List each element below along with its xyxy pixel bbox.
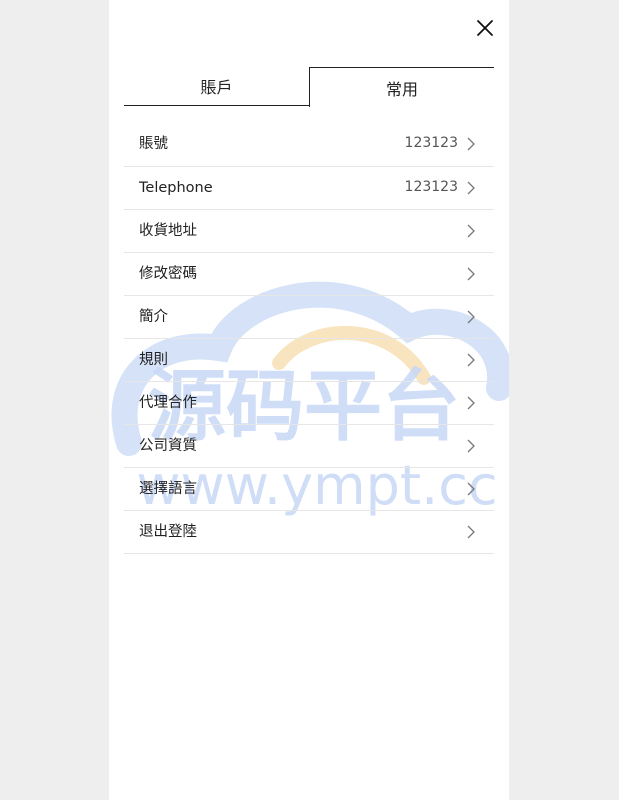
close-button[interactable]	[473, 16, 497, 40]
menu-item-label: 選擇語言	[139, 481, 197, 497]
settings-menu: 賬號 123123 Telephone 123123 收貨地址 修改密碼 簡介 …	[124, 123, 494, 554]
close-icon	[477, 20, 493, 36]
menu-item-shipping-address[interactable]: 收貨地址	[124, 210, 494, 253]
menu-item-telephone[interactable]: Telephone 123123	[124, 167, 494, 210]
menu-item-introduction[interactable]: 簡介	[124, 296, 494, 339]
menu-item-select-language[interactable]: 選擇語言	[124, 468, 494, 511]
chevron-right-icon	[467, 137, 475, 151]
menu-item-label: 簡介	[139, 309, 168, 325]
menu-item-label: 修改密碼	[139, 266, 197, 282]
tab-common[interactable]: 常用	[309, 67, 494, 107]
menu-item-value: 123123	[404, 135, 458, 151]
menu-item-logout[interactable]: 退出登陸	[124, 511, 494, 554]
chevron-right-icon	[467, 525, 475, 539]
chevron-right-icon	[467, 396, 475, 410]
chevron-right-icon	[467, 439, 475, 453]
menu-item-label: Telephone	[139, 180, 213, 196]
menu-item-agency-cooperation[interactable]: 代理合作	[124, 382, 494, 425]
menu-item-label: 賬號	[139, 136, 168, 152]
menu-item-label: 收貨地址	[139, 223, 197, 239]
menu-item-company-qualification[interactable]: 公司資質	[124, 425, 494, 468]
tab-account[interactable]: 賬戶	[124, 67, 309, 106]
menu-item-rules[interactable]: 規則	[124, 339, 494, 382]
menu-item-label: 規則	[139, 352, 168, 368]
chevron-right-icon	[467, 353, 475, 367]
chevron-right-icon	[467, 267, 475, 281]
tab-bar: 賬戶 常用	[124, 67, 494, 107]
chevron-right-icon	[467, 310, 475, 324]
chevron-right-icon	[467, 224, 475, 238]
menu-panel: 源码平台 www.ympt.cc 賬戶 常用 賬號 123123 Telepho…	[109, 0, 509, 800]
menu-item-value: 123123	[404, 179, 458, 195]
menu-item-account-number[interactable]: 賬號 123123	[124, 123, 494, 167]
menu-item-change-password[interactable]: 修改密碼	[124, 253, 494, 296]
menu-item-label: 退出登陸	[139, 524, 197, 540]
menu-item-label: 公司資質	[139, 438, 197, 454]
chevron-right-icon	[467, 181, 475, 195]
menu-item-label: 代理合作	[139, 395, 197, 411]
chevron-right-icon	[467, 482, 475, 496]
